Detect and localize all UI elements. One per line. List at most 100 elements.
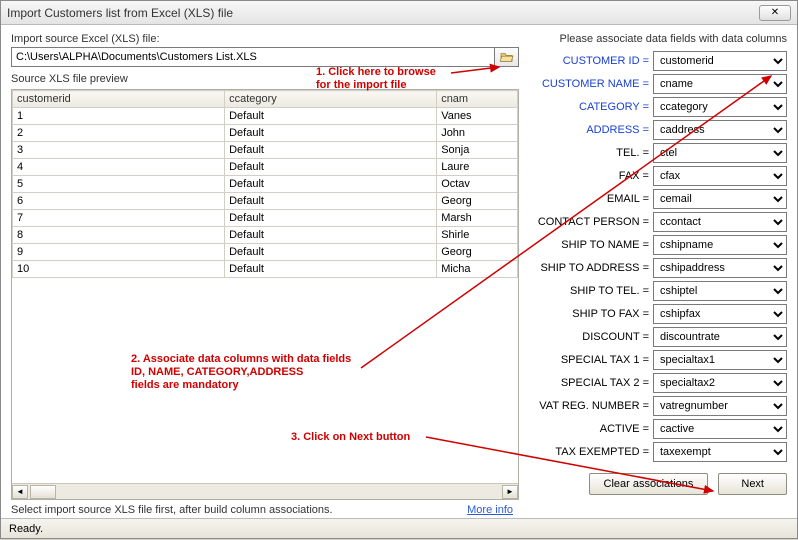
- table-cell: Georg: [437, 244, 518, 261]
- table-cell: John: [437, 125, 518, 142]
- field-label: SHIP TO ADDRESS =: [525, 262, 653, 274]
- field-label: VAT REG. NUMBER =: [525, 400, 653, 412]
- field-label: CATEGORY =: [525, 101, 653, 113]
- field-column-select[interactable]: cshipfax: [653, 304, 787, 324]
- field-map-row: ACTIVE =cactive: [525, 419, 787, 439]
- table-cell: 9: [13, 244, 225, 261]
- scroll-right-arrow[interactable]: ►: [502, 485, 518, 499]
- table-cell: Default: [225, 159, 437, 176]
- table-cell: Vanes: [437, 108, 518, 125]
- table-cell: 3: [13, 142, 225, 159]
- field-column-select[interactable]: specialtax2: [653, 373, 787, 393]
- table-row[interactable]: 10DefaultMicha: [13, 261, 518, 278]
- column-header[interactable]: ccategory: [225, 91, 437, 108]
- clear-associations-button[interactable]: Clear associations: [589, 473, 709, 495]
- field-column-select[interactable]: cshipaddress: [653, 258, 787, 278]
- window-title: Import Customers list from Excel (XLS) f…: [7, 6, 759, 20]
- field-label: SPECIAL TAX 2 =: [525, 377, 653, 389]
- field-column-select[interactable]: taxexempt: [653, 442, 787, 462]
- field-map-list: CUSTOMER ID =customeridCUSTOMER NAME =cn…: [525, 51, 787, 465]
- table-row[interactable]: 5DefaultOctav: [13, 176, 518, 193]
- more-info-link[interactable]: More info: [467, 504, 519, 516]
- table-cell: 7: [13, 210, 225, 227]
- table-cell: Octav: [437, 176, 518, 193]
- field-map-row: CATEGORY =ccategory: [525, 97, 787, 117]
- field-column-select[interactable]: cfax: [653, 166, 787, 186]
- table-cell: 6: [13, 193, 225, 210]
- field-label: ADDRESS =: [525, 124, 653, 136]
- close-button[interactable]: ✕: [759, 5, 791, 21]
- source-file-input[interactable]: [11, 47, 495, 67]
- table-cell: Sonja: [437, 142, 518, 159]
- field-map-row: SHIP TO ADDRESS =cshipaddress: [525, 258, 787, 278]
- table-row[interactable]: 4DefaultLaure: [13, 159, 518, 176]
- field-map-row: CUSTOMER ID =customerid: [525, 51, 787, 71]
- column-header[interactable]: cnam: [437, 91, 518, 108]
- folder-open-icon: [500, 51, 514, 63]
- field-column-select[interactable]: cshipname: [653, 235, 787, 255]
- browse-button[interactable]: [495, 47, 519, 67]
- scroll-left-arrow[interactable]: ◄: [12, 485, 28, 499]
- field-label: TEL. =: [525, 147, 653, 159]
- field-column-select[interactable]: cname: [653, 74, 787, 94]
- table-row[interactable]: 2DefaultJohn: [13, 125, 518, 142]
- status-text: Ready.: [9, 523, 43, 535]
- table-row[interactable]: 6DefaultGeorg: [13, 193, 518, 210]
- field-column-select[interactable]: ctel: [653, 143, 787, 163]
- titlebar: Import Customers list from Excel (XLS) f…: [1, 1, 797, 25]
- table-cell: 4: [13, 159, 225, 176]
- footer-help-text: Select import source XLS file first, aft…: [11, 504, 467, 516]
- table-row[interactable]: 8DefaultShirle: [13, 227, 518, 244]
- field-column-select[interactable]: cactive: [653, 419, 787, 439]
- content-area: Import source Excel (XLS) file: Source X…: [1, 25, 797, 518]
- field-label: EMAIL =: [525, 193, 653, 205]
- table-row[interactable]: 7DefaultMarsh: [13, 210, 518, 227]
- table-cell: Default: [225, 125, 437, 142]
- column-header[interactable]: customerid: [13, 91, 225, 108]
- field-column-select[interactable]: cshiptel: [653, 281, 787, 301]
- field-label: SHIP TO TEL. =: [525, 285, 653, 297]
- table-cell: Default: [225, 142, 437, 159]
- field-label: DISCOUNT =: [525, 331, 653, 343]
- left-pane: Import source Excel (XLS) file: Source X…: [11, 33, 519, 516]
- scroll-thumb[interactable]: [30, 485, 56, 499]
- field-map-row: TEL. =ctel: [525, 143, 787, 163]
- table-row[interactable]: 3DefaultSonja: [13, 142, 518, 159]
- field-map-row: SHIP TO TEL. =cshiptel: [525, 281, 787, 301]
- table-cell: 10: [13, 261, 225, 278]
- field-column-select[interactable]: cemail: [653, 189, 787, 209]
- table-cell: Default: [225, 227, 437, 244]
- field-map-row: DISCOUNT =discountrate: [525, 327, 787, 347]
- table-cell: 8: [13, 227, 225, 244]
- table-cell: 1: [13, 108, 225, 125]
- import-dialog: Import Customers list from Excel (XLS) f…: [0, 0, 798, 539]
- field-column-select[interactable]: ccontact: [653, 212, 787, 232]
- field-column-select[interactable]: discountrate: [653, 327, 787, 347]
- table-row[interactable]: 9DefaultGeorg: [13, 244, 518, 261]
- field-map-row: EMAIL =cemail: [525, 189, 787, 209]
- table-cell: Default: [225, 261, 437, 278]
- status-bar: Ready.: [1, 518, 797, 538]
- field-map-row: SHIP TO FAX =cshipfax: [525, 304, 787, 324]
- associate-title: Please associate data fields with data c…: [525, 33, 787, 45]
- field-map-row: SPECIAL TAX 1 =specialtax1: [525, 350, 787, 370]
- field-column-select[interactable]: specialtax1: [653, 350, 787, 370]
- table-cell: Georg: [437, 193, 518, 210]
- right-pane: Please associate data fields with data c…: [525, 33, 787, 516]
- table-cell: Default: [225, 210, 437, 227]
- field-label: ACTIVE =: [525, 423, 653, 435]
- next-button[interactable]: Next: [718, 473, 787, 495]
- field-column-select[interactable]: caddress: [653, 120, 787, 140]
- table-row[interactable]: 1DefaultVanes: [13, 108, 518, 125]
- horizontal-scrollbar[interactable]: ◄ ►: [12, 483, 518, 499]
- field-map-row: CONTACT PERSON =ccontact: [525, 212, 787, 232]
- table-cell: Marsh: [437, 210, 518, 227]
- field-map-row: VAT REG. NUMBER =vatregnumber: [525, 396, 787, 416]
- field-column-select[interactable]: ccategory: [653, 97, 787, 117]
- preview-grid: customeridccategorycnam 1DefaultVanes2De…: [11, 89, 519, 500]
- field-column-select[interactable]: vatregnumber: [653, 396, 787, 416]
- source-file-label: Import source Excel (XLS) file:: [11, 33, 519, 45]
- table-cell: Default: [225, 193, 437, 210]
- table-cell: Laure: [437, 159, 518, 176]
- field-column-select[interactable]: customerid: [653, 51, 787, 71]
